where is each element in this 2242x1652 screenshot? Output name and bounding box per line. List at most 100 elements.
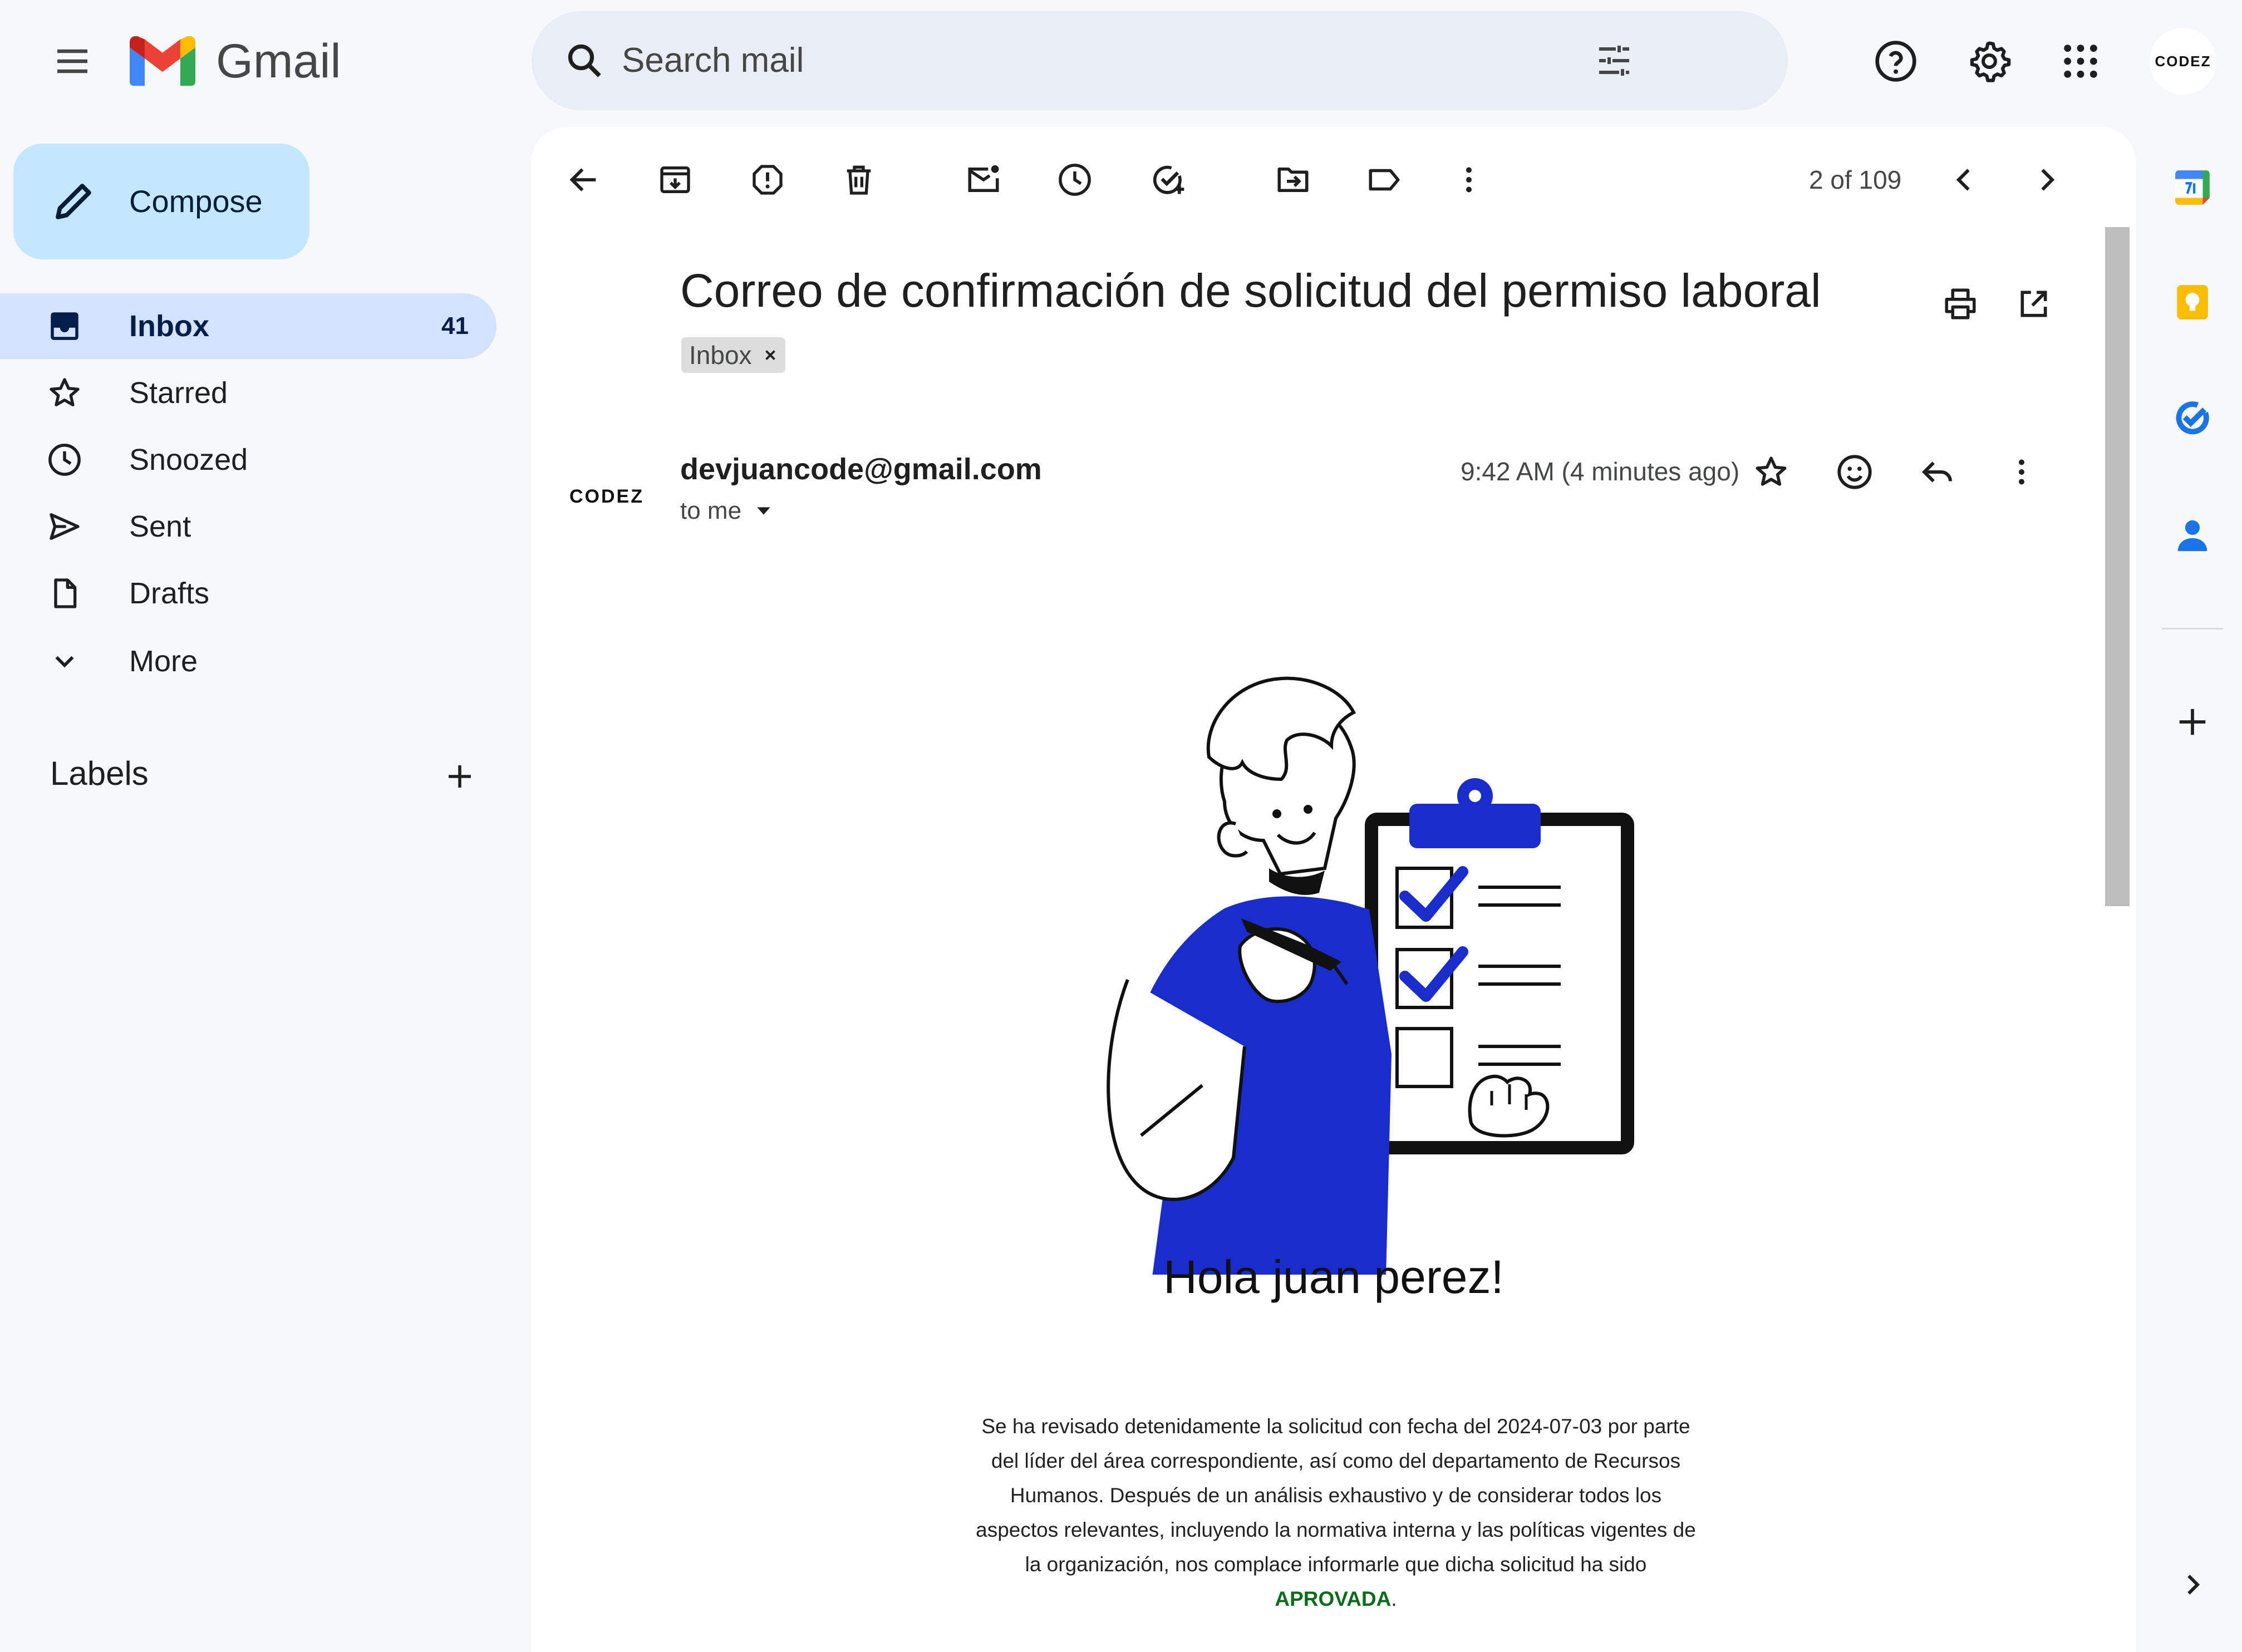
settings-button[interactable]	[1961, 33, 2017, 89]
keep-app-button[interactable]	[2162, 272, 2223, 333]
search-bar[interactable]: Search mail	[532, 11, 1788, 110]
search-options-button[interactable]	[1586, 33, 1642, 88]
draft-icon	[42, 571, 87, 616]
unread-count-badge: 41	[441, 312, 469, 340]
get-addons-button[interactable]	[2162, 691, 2223, 753]
sender-avatar[interactable]: CODEZ	[568, 469, 646, 524]
tune-icon	[1599, 46, 1629, 76]
caret-down-icon	[757, 507, 770, 515]
sidebar-item-label: Inbox	[129, 309, 209, 343]
calendar-icon	[2175, 170, 2210, 205]
gear-icon	[1970, 41, 2011, 82]
create-label-button[interactable]	[432, 749, 488, 804]
email-greeting: Hola juan perez!	[1163, 1251, 1504, 1303]
report-spam-button[interactable]	[737, 149, 798, 210]
help-icon	[1875, 41, 1916, 82]
inbox-icon	[42, 304, 87, 348]
email-subject: Correo de confirmación de solicitud del …	[680, 264, 1821, 317]
arrow-back-icon	[569, 168, 596, 191]
contacts-person-icon	[2177, 520, 2207, 552]
more-vert-icon	[2019, 459, 2024, 485]
search-button[interactable]	[557, 33, 612, 88]
print-icon	[1945, 288, 1976, 319]
report-spam-icon	[753, 165, 783, 195]
label-icon	[1369, 169, 1400, 191]
email-body-text: Se ha revisado detenidamente la solicitu…	[976, 1415, 1696, 1576]
account-avatar[interactable]: CODEZ	[2150, 28, 2216, 95]
clock-icon	[42, 437, 87, 482]
support-button[interactable]	[1868, 33, 1924, 89]
rail-divider	[2162, 628, 2223, 630]
emoji-icon	[1837, 455, 1872, 489]
star-icon	[42, 371, 87, 415]
send-icon	[42, 504, 87, 549]
clock-icon	[1059, 164, 1091, 196]
archive-icon	[660, 166, 690, 193]
mark-unread-icon	[968, 165, 999, 192]
compose-label: Compose	[129, 184, 263, 219]
chevron-down-icon	[42, 639, 87, 684]
labels-heading: Labels	[50, 755, 149, 792]
search-icon	[568, 44, 601, 77]
sidebar-item-drafts[interactable]: Drafts	[0, 560, 496, 626]
gmail-m-icon	[130, 36, 195, 86]
google-apps-button[interactable]	[2053, 33, 2108, 89]
print-button[interactable]	[1933, 276, 1988, 332]
add-to-tasks-button[interactable]	[1138, 149, 1199, 210]
sidebar-item-sent[interactable]: Sent	[0, 494, 496, 559]
sidebar-item-more[interactable]: More	[0, 628, 496, 694]
sidebar-item-label: Drafts	[129, 577, 210, 610]
tasks-check-icon	[2176, 401, 2209, 435]
inbox-label-chip[interactable]: Inbox	[681, 337, 785, 373]
tasks-app-button[interactable]	[2162, 387, 2223, 449]
older-button[interactable]	[2016, 149, 2077, 210]
reply-icon	[1921, 461, 1953, 483]
sidebar-item-starred[interactable]: Starred	[0, 360, 496, 426]
snooze-button[interactable]	[1044, 149, 1105, 210]
sidebar-item-label: Sent	[129, 510, 191, 543]
hamburger-icon	[57, 49, 87, 73]
close-icon[interactable]	[762, 347, 779, 363]
contacts-app-button[interactable]	[2162, 504, 2223, 566]
star-message-button[interactable]	[1743, 444, 1799, 500]
star-icon	[1756, 456, 1787, 486]
compose-button[interactable]: Compose	[13, 144, 309, 259]
apps-grid-icon	[2064, 45, 2097, 78]
sidebar-item-label: More	[129, 645, 198, 678]
newer-button[interactable]	[1934, 149, 1995, 210]
status-suffix: .	[1391, 1587, 1397, 1610]
sidebar-item-label: Starred	[129, 376, 228, 410]
back-button[interactable]	[553, 149, 614, 210]
message-more-button[interactable]	[1994, 444, 2049, 500]
sidebar-item-inbox[interactable]: Inbox 41	[0, 293, 496, 359]
mark-unread-button[interactable]	[953, 149, 1014, 210]
calendar-app-button[interactable]	[2162, 157, 2223, 218]
more-options-button[interactable]	[1438, 149, 1499, 210]
chevron-left-icon	[1956, 169, 1970, 191]
sidebar-item-snoozed[interactable]: Snoozed	[0, 427, 496, 493]
recipient-details-toggle[interactable]: to me	[680, 489, 775, 533]
add-reaction-button[interactable]	[1827, 444, 1882, 500]
delete-button[interactable]	[828, 149, 889, 210]
message-view: 2 of 109 Correo de confirmación de solic…	[531, 127, 2136, 1652]
main-menu-button[interactable]	[45, 33, 100, 89]
move-to-folder-icon	[1277, 168, 1309, 192]
open-in-new-window-button[interactable]	[2006, 276, 2062, 332]
labels-button[interactable]	[1354, 149, 1415, 210]
gmail-logo[interactable]	[129, 33, 196, 89]
show-side-panel-button[interactable]	[2162, 1554, 2223, 1615]
reply-button[interactable]	[1910, 444, 1966, 500]
message-timestamp: 9:42 AM (4 minutes ago)	[1461, 457, 1740, 486]
email-body: Se ha revisado detenidamente la solicitu…	[970, 1409, 1702, 1616]
keep-lightbulb-icon	[2177, 285, 2208, 319]
archive-button[interactable]	[645, 149, 706, 210]
move-to-button[interactable]	[1262, 149, 1324, 210]
pagination-text: 2 of 109	[1809, 165, 1902, 194]
more-vert-icon	[1466, 167, 1472, 193]
open-in-new-icon	[2020, 291, 2047, 317]
search-input[interactable]: Search mail	[622, 11, 804, 110]
sender-email[interactable]: devjuancode@gmail.com	[680, 444, 1042, 494]
sidebar-item-label: Snoozed	[129, 443, 248, 476]
scrollbar-thumb[interactable]	[2105, 227, 2130, 906]
gmail-wordmark: Gmail	[216, 35, 341, 88]
